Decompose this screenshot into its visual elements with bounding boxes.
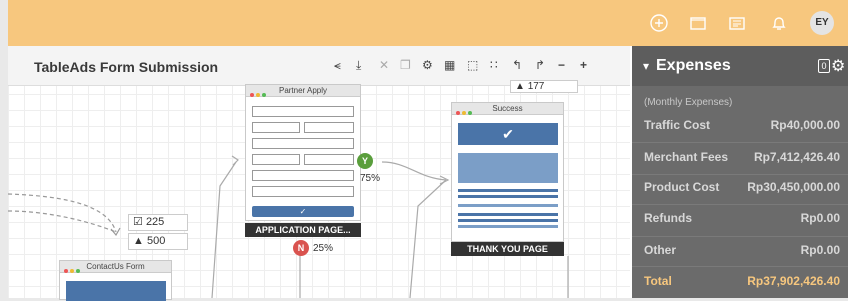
folder-icon[interactable]	[689, 14, 707, 37]
expense-value: Rp7,412,426.40	[753, 150, 840, 164]
form-field	[252, 170, 354, 181]
expense-row: Other Rp0.00	[644, 243, 840, 259]
total-value: Rp37,902,426.40	[747, 274, 840, 288]
expense-value: Rp40,000.00	[770, 118, 840, 132]
node-title-bar: ContactUs Form	[60, 261, 171, 273]
divider	[632, 266, 848, 267]
window-dots	[64, 265, 82, 276]
form-field	[252, 106, 354, 117]
visitor-count: 177	[527, 81, 545, 92]
form-field	[252, 186, 354, 197]
expense-label: Other	[644, 243, 677, 257]
avatar[interactable]: EY	[810, 11, 834, 35]
expense-label: Traffic Cost	[644, 118, 711, 132]
expenses-header[interactable]: ▾ Expenses 0 ⚙	[632, 46, 848, 86]
text-line	[458, 195, 558, 198]
form-field	[304, 122, 354, 133]
checked-counter: ☑ 225	[128, 214, 188, 231]
node-title: ContactUs Form	[86, 262, 145, 271]
expenses-title: Expenses	[656, 57, 731, 74]
success-check-icon: ✔	[458, 123, 558, 145]
expense-label: Refunds	[644, 211, 692, 225]
contactus-form-node[interactable]: ContactUs Form	[59, 260, 172, 301]
no-branch-badge[interactable]: N	[293, 240, 309, 256]
node-title: Success	[492, 104, 523, 113]
yes-branch-percent: 75%	[360, 173, 381, 184]
divider	[632, 142, 848, 143]
yes-branch-badge[interactable]: Y	[357, 153, 373, 169]
text-line	[458, 204, 558, 207]
top-bar: EY	[8, 0, 848, 46]
user-icon: ▲	[515, 81, 525, 92]
expense-value: Rp0.00	[800, 211, 840, 225]
no-branch-percent: 25%	[313, 243, 334, 254]
text-line	[458, 225, 558, 228]
gear-icon[interactable]: ⚙	[831, 56, 845, 76]
expense-row: Merchant Fees Rp7,412,426.40	[644, 150, 840, 166]
users-counter: ▲ 500	[128, 233, 188, 250]
form-field	[252, 154, 300, 165]
node-title-bar: Success	[452, 103, 563, 115]
expenses-subtitle: (Monthly Expenses)	[644, 97, 733, 108]
expense-value: Rp30,450,000.00	[747, 180, 840, 194]
funnel-canvas[interactable]: TableAds Form Submission ⪪ ⤓ ✕ ❐ ⚙ ▦ ⬚ ∷…	[8, 46, 630, 301]
node-caption[interactable]: APPLICATION PAGE...	[245, 223, 361, 237]
newspaper-icon[interactable]	[728, 14, 746, 37]
user-icon: ▲	[133, 235, 144, 247]
app-frame: EY TableAds Form Submission ⪪ ⤓ ✕ ❐ ⚙ ▦ …	[8, 0, 848, 301]
text-line	[458, 213, 558, 216]
form-field	[252, 122, 300, 133]
expense-row: Traffic Cost Rp40,000.00	[644, 118, 840, 134]
expense-value: Rp0.00	[800, 243, 840, 257]
expense-label: Product Cost	[644, 180, 720, 194]
submit-check-icon: ✓	[252, 206, 354, 217]
plus-circle-icon[interactable]	[650, 14, 668, 37]
expense-row: Product Cost Rp30,450,000.00	[644, 180, 840, 196]
node-caption[interactable]: THANK YOU PAGE	[451, 242, 564, 256]
form-field	[252, 138, 354, 149]
checked-count: 225	[145, 216, 165, 228]
window-dots	[456, 107, 474, 118]
checkbox-icon: ☑	[133, 216, 143, 228]
divider	[632, 236, 848, 237]
content-block	[458, 153, 558, 183]
success-node[interactable]: Success ✔	[451, 102, 564, 242]
expenses-badge: 0	[818, 59, 830, 73]
form-field	[304, 154, 354, 165]
content-block	[66, 281, 166, 301]
expenses-panel: ▾ Expenses 0 ⚙ (Monthly Expenses) Traffi…	[632, 46, 848, 298]
expense-total-row: Total Rp37,902,426.40	[644, 274, 840, 290]
chevron-down-icon[interactable]: ▾	[643, 59, 649, 73]
visitor-counter: ▲ 177	[510, 80, 578, 93]
divider	[632, 204, 848, 205]
window-dots	[250, 89, 268, 100]
expense-row: Refunds Rp0.00	[644, 211, 840, 227]
node-title: Partner Apply	[278, 86, 328, 95]
bell-icon[interactable]	[770, 14, 788, 37]
users-count: 500	[146, 235, 166, 247]
text-line	[458, 219, 558, 222]
partner-apply-node[interactable]: Partner Apply ✓	[245, 84, 361, 221]
total-label: Total	[644, 274, 672, 288]
divider	[632, 174, 848, 175]
node-title-bar: Partner Apply	[246, 85, 360, 97]
expense-label: Merchant Fees	[644, 150, 729, 164]
text-line	[458, 189, 558, 192]
